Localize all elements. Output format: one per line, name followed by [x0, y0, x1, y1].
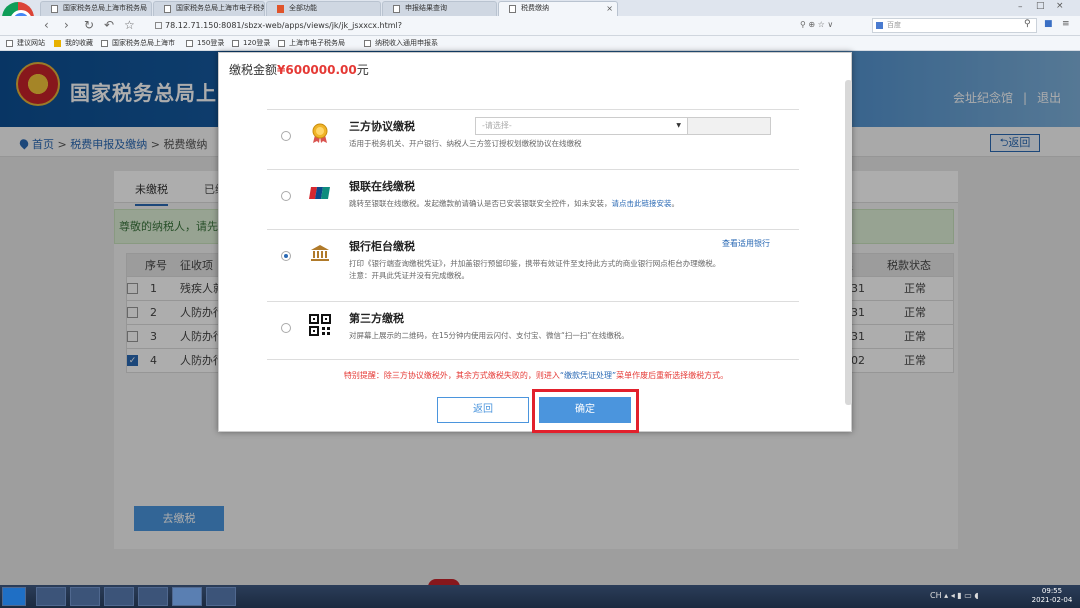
clock[interactable]: 09:55 2021-02-04 — [1030, 587, 1074, 605]
browser-tab-active[interactable]: 税费缴纳 × — [498, 1, 618, 16]
option-name: 银联在线缴税 — [349, 180, 415, 193]
dialog-scrollbar[interactable] — [845, 80, 852, 405]
bank-building-icon — [311, 245, 329, 261]
option-note: 注意：开具此凭证并没有完成缴税。 — [349, 271, 469, 280]
maximize-icon[interactable]: □ — [1036, 1, 1045, 11]
install-control-link[interactable]: 请点击此链接安装 — [612, 199, 672, 208]
divider — [267, 359, 799, 360]
browser-tab-bar: 国家税务总局上海市税务局 国家税务总局上海市电子税务局 全部功能 申报结果查询 … — [0, 0, 1080, 34]
browser-tab[interactable]: 国家税务总局上海市税务局 — [40, 1, 152, 16]
address-bar: ‹ › ↻ ↶ ☆ 78.12.71.150:8081/sbzx-web/app… — [0, 16, 1080, 36]
chrome-icon[interactable] — [172, 587, 202, 606]
qr-code-icon — [309, 314, 331, 336]
bookmark-item[interactable]: 国家税务总局上海市 — [101, 38, 175, 49]
page-icon — [164, 5, 171, 13]
translate-icon[interactable]: ■ — [1044, 19, 1053, 29]
search-input[interactable]: 百度 — [872, 18, 1037, 33]
media-player-icon[interactable] — [70, 587, 100, 606]
ie-browser-icon[interactable] — [104, 587, 134, 606]
page-icon — [393, 5, 400, 13]
dialog-title: 缴税金额¥600000.00元 — [229, 63, 369, 77]
special-reminder: 特别提醒：除三方协议缴税外，其余方式缴税失败的，则进入“缴款凭证处理”菜单作废后… — [343, 371, 729, 380]
start-button[interactable] — [2, 587, 26, 606]
option-desc: 适用于税务机关、开户银行、纳税人三方签订授权划缴税协议在线缴税 — [349, 139, 582, 148]
forward-arrow-icon[interactable]: › — [64, 18, 69, 32]
option-tripartite[interactable]: 三方协议缴税 -请选择- ▼ 适用于税务机关、开户银行、纳税人三方签订授权划缴税协… — [267, 109, 799, 167]
system-tray: CH ▴ ◂ ▮ ▭ ◖ — [930, 591, 979, 600]
option-unionpay[interactable]: 银联在线缴税 跳转至银联在线缴税。发起缴款前请确认是否已安装银联安全控件，如未安… — [267, 169, 799, 227]
explorer-icon[interactable] — [36, 587, 66, 606]
minimize-icon[interactable]: – — [1018, 2, 1023, 12]
star-icon[interactable]: ☆ — [124, 18, 135, 32]
tax-amount: ¥600000.00 — [277, 63, 357, 77]
taskbar: CH ▴ ◂ ▮ ▭ ◖ 09:55 2021-02-04 — [0, 585, 1080, 608]
option-third-party[interactable]: 第三方缴税 对屏幕上展示的二维码，在15分钟内使用云闪付、支付宝、微信“扫一扫”… — [267, 301, 799, 359]
bank-select[interactable]: -请选择- ▼ — [475, 117, 688, 135]
page-icon — [155, 22, 162, 29]
excel-icon[interactable] — [138, 587, 168, 606]
account-field[interactable] — [687, 117, 771, 135]
voucher-menu-link[interactable]: “缴款凭证处理” — [560, 371, 616, 380]
page-icon — [51, 5, 58, 13]
undo-icon[interactable]: ↶ — [104, 18, 114, 32]
option-desc: 对屏幕上展示的二维码，在15分钟内使用云闪付、支付宝、微信“扫一扫”在线缴税。 — [349, 331, 629, 340]
bookmark-item[interactable]: 上海市电子税务局 — [278, 38, 345, 49]
page-icon — [509, 5, 516, 13]
page-icon — [101, 40, 108, 47]
bookmark-item[interactable]: 150登录 — [186, 38, 224, 49]
zoom-icon[interactable]: ⚲ ⊕ ☆ ∨ — [800, 20, 833, 29]
back-arrow-icon[interactable]: ‹ — [44, 18, 49, 32]
bookmark-item[interactable]: 建议网站 — [6, 38, 45, 49]
option-name: 银行柜台缴税 — [349, 240, 415, 253]
url-field[interactable]: 78.12.71.150:8081/sbzx-web/apps/views/jk… — [155, 19, 871, 33]
payment-method-dialog: 缴税金额¥600000.00元 三方协议缴税 -请选择- ▼ 适用于税务机关、开户… — [218, 52, 852, 433]
view-banks-link[interactable]: 查看适用银行 — [722, 238, 770, 249]
clock-date: 2021-02-04 — [1031, 596, 1073, 604]
bookmark-item[interactable]: 纳税收入通用申报系 — [364, 38, 438, 49]
radio-bank-counter-selected[interactable] — [281, 251, 291, 261]
dropdown-arrow-icon: ▼ — [676, 122, 681, 129]
bookmarks-bar: 建议网站 我的收藏 国家税务总局上海市 150登录 120登录 上海市电子税务局… — [0, 36, 1080, 51]
search-icon[interactable]: ⚲ — [1024, 19, 1031, 29]
menu-icon[interactable]: ≡ — [1062, 19, 1070, 29]
baidu-icon — [876, 22, 883, 29]
option-name: 第三方缴税 — [349, 312, 404, 325]
browser-tab[interactable]: 国家税务总局上海市电子税务局 — [153, 1, 265, 16]
reload-icon[interactable]: ↻ — [84, 18, 94, 32]
window-close-icon[interactable]: × — [1056, 1, 1064, 11]
bookmark-item[interactable]: 我的收藏 — [54, 38, 93, 49]
page-icon — [232, 40, 239, 47]
award-medal-icon — [312, 123, 328, 143]
highlight-box — [532, 389, 639, 433]
folder-icon — [54, 40, 61, 47]
clock-time: 09:55 — [1041, 587, 1063, 595]
option-desc: 跳转至银联在线缴税。发起缴款前请确认是否已安装银联安全控件，如未安装，请点击此链… — [349, 199, 679, 208]
option-bank-counter[interactable]: 银行柜台缴税 查看适用银行 打印《银行端查询缴税凭证》，并加盖银行预留印鉴，携带… — [267, 229, 799, 293]
radio-unionpay[interactable] — [281, 191, 291, 201]
close-icon[interactable]: × — [606, 2, 613, 15]
radio-third-party[interactable] — [281, 323, 291, 333]
browser-tab[interactable]: 申报结果查询 — [382, 1, 497, 16]
page-icon — [364, 40, 371, 47]
page-icon — [277, 5, 284, 13]
bookmark-item[interactable]: 120登录 — [232, 38, 270, 49]
unionpay-icon — [309, 187, 330, 199]
language-indicator[interactable]: CH — [930, 591, 942, 600]
dialog-back-button[interactable]: 返回 — [437, 397, 529, 423]
page-icon — [186, 40, 193, 47]
page-icon — [6, 40, 13, 47]
browser-tab[interactable]: 全部功能 — [266, 1, 381, 16]
app-icon[interactable] — [206, 587, 236, 606]
radio-tripartite[interactable] — [281, 131, 291, 141]
page-icon — [278, 40, 285, 47]
option-desc: 打印《银行端查询缴税凭证》，并加盖银行预留印鉴，携带有效证件至支持此方式的商业银… — [349, 258, 794, 282]
option-name: 三方协议缴税 — [349, 120, 415, 133]
